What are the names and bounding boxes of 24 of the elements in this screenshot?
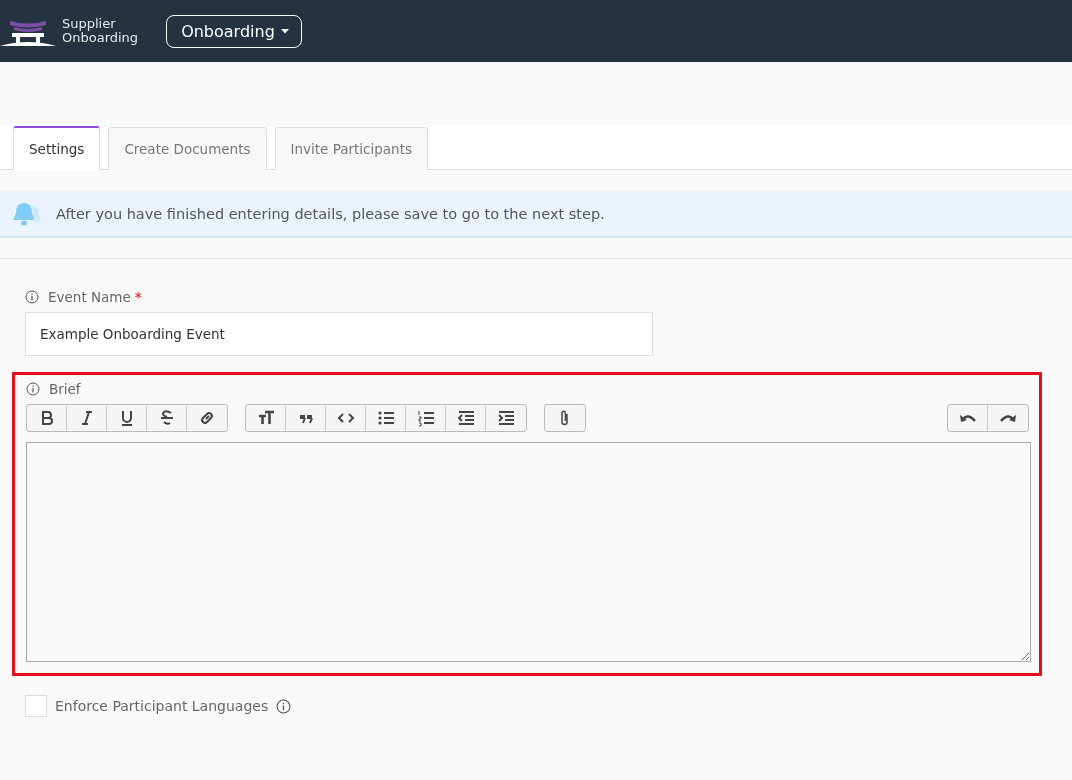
checkbox-label: Enforce Participant Languages: [55, 698, 269, 714]
info-icon: [25, 290, 39, 304]
caret-icon: [280, 28, 289, 34]
info-icon: [276, 698, 292, 714]
bullet-list-icon: [376, 409, 395, 427]
numbered-list-icon: [416, 409, 435, 427]
link-icon: [198, 409, 216, 427]
tab[interactable]: Settings: [13, 126, 101, 170]
event-name-field[interactable]: Example Onboarding Event: [25, 312, 653, 356]
indent-icon: [497, 409, 515, 427]
field-label: Event Name: [48, 289, 131, 305]
outdent-icon: [456, 409, 475, 427]
field-label: Brief: [49, 381, 81, 397]
info-icon: [26, 382, 40, 396]
tab[interactable]: Invite Participants: [274, 127, 428, 170]
brand-name: Supplier: [62, 17, 117, 31]
checkbox[interactable]: [25, 695, 47, 717]
brand-name: Onboarding: [62, 31, 139, 45]
text-size-icon: [256, 409, 275, 427]
alert-message: After you have finished entering details, please save to go to the next step.: [56, 205, 605, 222]
required-mark: *: [134, 289, 142, 305]
tab[interactable]: Create Documents: [108, 127, 267, 170]
onboarding-dropdown[interactable]: Onboarding: [166, 14, 302, 48]
bell-icon: [10, 200, 44, 227]
